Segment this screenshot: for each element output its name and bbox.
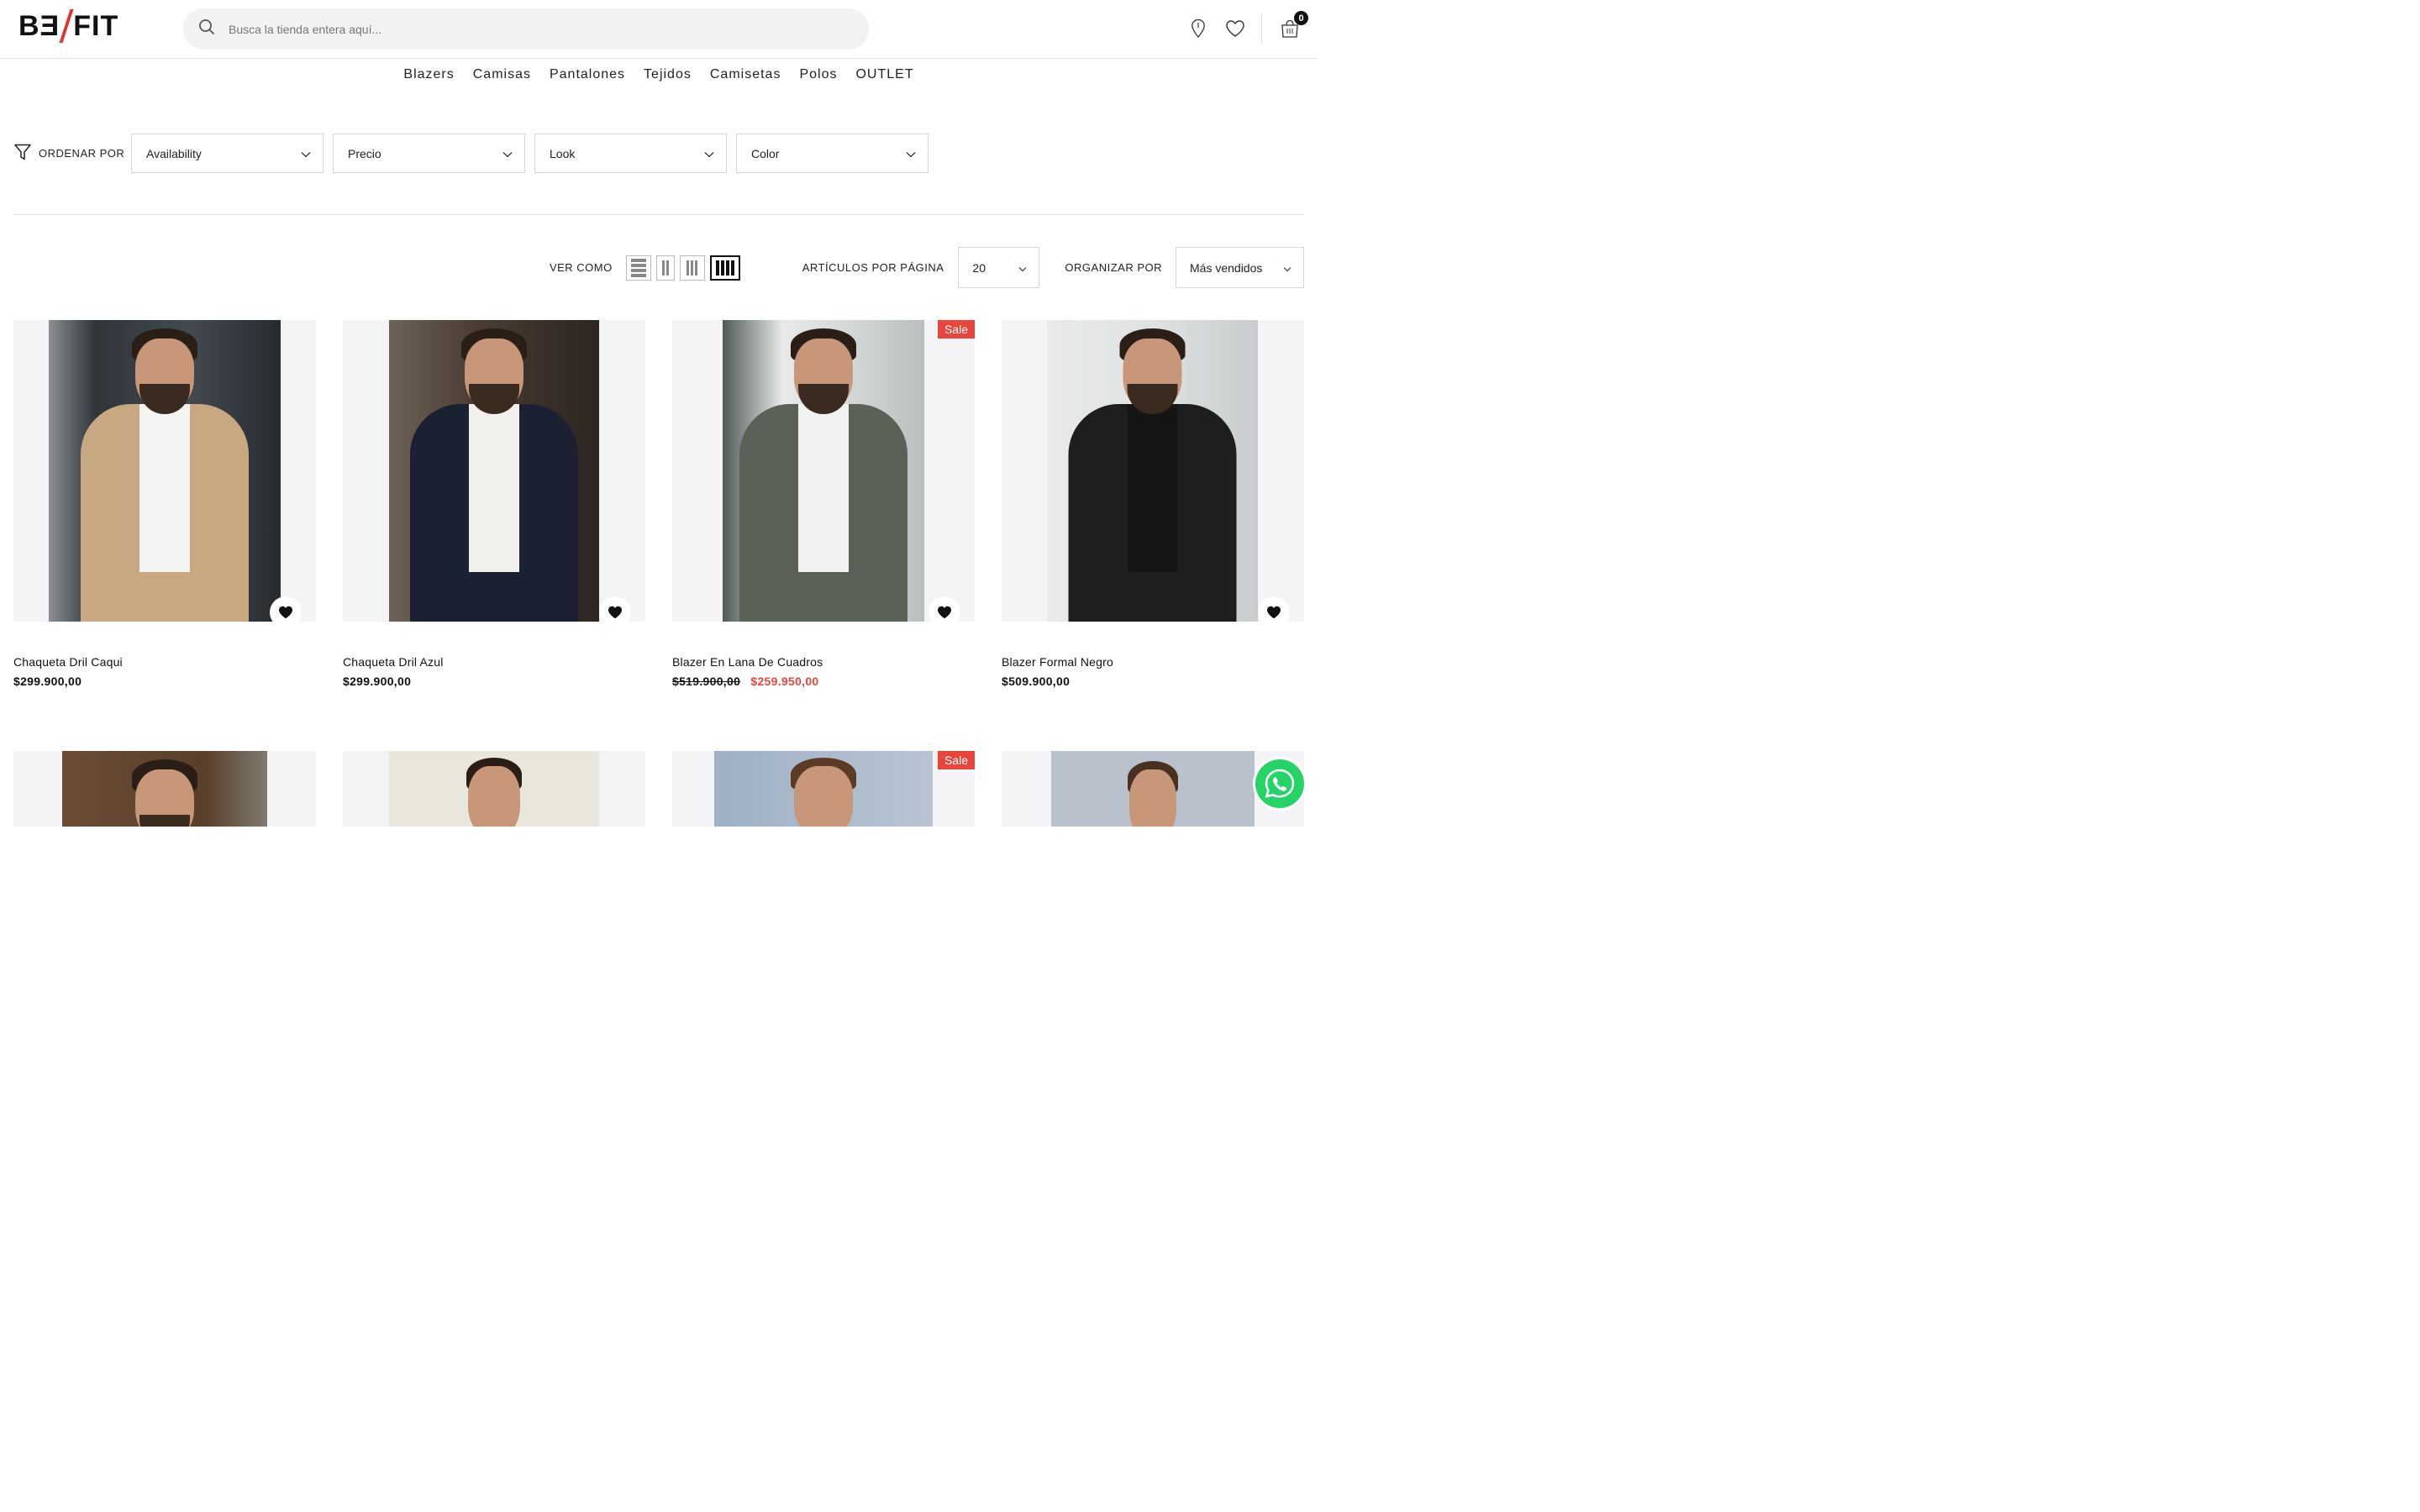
product-price: $299.900,00	[13, 675, 82, 688]
filter-funnel-icon	[13, 143, 32, 164]
grid-2-view-button[interactable]	[655, 255, 675, 281]
heart-filled-icon	[608, 606, 622, 619]
product-image[interactable]: Sale	[672, 751, 975, 827]
nav-item-camisas[interactable]: Camisas	[473, 67, 531, 89]
product-card[interactable]	[343, 751, 645, 827]
chevron-down-icon	[1018, 261, 1027, 275]
product-price: $509.900,00	[1002, 675, 1071, 688]
organize-by-label: ORGANIZAR POR	[1065, 261, 1162, 274]
search-input[interactable]	[229, 22, 817, 36]
product-image[interactable]	[13, 751, 316, 827]
nav-item-polos[interactable]: Polos	[799, 67, 837, 89]
product-photo	[62, 751, 267, 827]
product-photo	[1047, 320, 1258, 622]
sale-badge: Sale	[937, 320, 975, 339]
availability-dropdown[interactable]: Availability	[131, 134, 324, 173]
heart-filled-icon	[938, 606, 951, 619]
view-as-label: VER COMO	[549, 261, 613, 274]
site-header: BƎ FIT 0	[0, 0, 1318, 59]
nav-item-pantalones[interactable]: Pantalones	[550, 67, 625, 89]
product-name[interactable]: Blazer En Lana De Cuadros	[672, 655, 975, 669]
header-divider	[1261, 13, 1262, 44]
header-actions: 0	[1174, 11, 1308, 44]
color-dropdown-label: Color	[751, 146, 780, 160]
chevron-down-icon	[301, 147, 311, 160]
filter-bar: ORDENAR POR Availability Precio Look Col…	[13, 134, 938, 173]
availability-dropdown-label: Availability	[146, 146, 202, 160]
product-photo	[1051, 751, 1255, 827]
whatsapp-icon	[1265, 769, 1295, 798]
search-bar[interactable]	[183, 8, 869, 50]
grid-3-view-button[interactable]	[679, 255, 705, 281]
product-price: $299.900,00	[343, 675, 412, 688]
listing-toolbar: VER COMO ARTÍCULOS POR PÁGINA 20 ORGANIZ…	[550, 247, 1304, 288]
product-card[interactable]: Chaqueta Dril Azul $299.900,00	[343, 320, 645, 688]
wishlist-heart-icon[interactable]	[1223, 16, 1248, 41]
shopping-bag-icon[interactable]: 0	[1277, 11, 1308, 41]
whatsapp-chat-button[interactable]	[1255, 759, 1304, 808]
product-photo	[389, 751, 599, 827]
product-image[interactable]	[13, 320, 316, 622]
filter-divider	[13, 214, 1304, 215]
sale-badge: Sale	[937, 751, 975, 769]
add-to-wishlist-button[interactable]	[929, 596, 960, 622]
nav-item-camisetas[interactable]: Camisetas	[710, 67, 781, 89]
sort-by-text: ORDENAR POR	[39, 147, 125, 160]
original-price: $519.900,00	[672, 675, 741, 688]
product-photo	[723, 320, 924, 622]
logo-text-left: BƎ	[18, 9, 60, 42]
product-name[interactable]: Blazer Formal Negro	[1002, 655, 1304, 669]
sort-order-select[interactable]: Más vendidos	[1176, 247, 1304, 288]
look-dropdown[interactable]: Look	[534, 134, 727, 173]
logo-text-right: FIT	[73, 9, 119, 42]
product-photo	[714, 751, 933, 827]
view-mode-switcher	[625, 255, 740, 281]
sort-by-label: ORDENAR POR	[13, 143, 131, 164]
product-image[interactable]: Sale	[672, 320, 975, 622]
list-view-button[interactable]	[625, 255, 651, 281]
sort-order-value: Más vendidos	[1190, 260, 1263, 275]
product-card[interactable]	[13, 751, 316, 827]
grid-4-view-button[interactable]	[709, 255, 740, 281]
chevron-down-icon	[1283, 261, 1292, 275]
product-name[interactable]: Chaqueta Dril Azul	[343, 655, 645, 669]
product-card[interactable]: Sale Blazer En Lana De Cuadros $519.900,…	[672, 320, 975, 688]
add-to-wishlist-button[interactable]	[1258, 596, 1290, 622]
nav-item-tejidos[interactable]: Tejidos	[644, 67, 692, 89]
product-card[interactable]: Chaqueta Dril Caqui $299.900,00	[13, 320, 316, 688]
location-pin-icon[interactable]	[1186, 16, 1211, 41]
color-dropdown[interactable]: Color	[736, 134, 929, 173]
chevron-down-icon	[502, 147, 513, 160]
category-nav: Blazers Camisas Pantalones Tejidos Camis…	[0, 67, 1318, 89]
product-photo	[389, 320, 599, 622]
price-dropdown-label: Precio	[348, 146, 381, 160]
nav-item-outlet[interactable]: OUTLET	[855, 67, 913, 89]
befit-logo[interactable]: BƎ FIT	[18, 9, 118, 43]
product-card[interactable]: Blazer Formal Negro $509.900,00	[1002, 320, 1304, 688]
product-card[interactable]: Sale	[672, 751, 975, 827]
add-to-wishlist-button[interactable]	[270, 596, 302, 622]
heart-filled-icon	[1267, 606, 1281, 619]
product-photo	[49, 320, 281, 622]
product-image[interactable]	[343, 751, 645, 827]
product-price: $519.900,00 $259.950,00	[672, 675, 975, 688]
look-dropdown-label: Look	[550, 146, 576, 160]
price-dropdown[interactable]: Precio	[333, 134, 525, 173]
nav-item-blazers[interactable]: Blazers	[403, 67, 454, 89]
product-image[interactable]	[1002, 320, 1304, 622]
items-per-page-label: ARTÍCULOS POR PÁGINA	[802, 261, 944, 274]
sale-price: $259.950,00	[750, 675, 819, 688]
cart-count-badge: 0	[1294, 11, 1308, 25]
chevron-down-icon	[906, 147, 916, 160]
items-per-page-select[interactable]: 20	[958, 247, 1040, 288]
add-to-wishlist-button[interactable]	[599, 596, 631, 622]
search-icon[interactable]	[198, 18, 215, 39]
items-per-page-value: 20	[972, 260, 986, 275]
logo-slash	[59, 9, 74, 43]
heart-filled-icon	[279, 606, 292, 619]
product-image[interactable]	[343, 320, 645, 622]
chevron-down-icon	[704, 147, 714, 160]
product-name[interactable]: Chaqueta Dril Caqui	[13, 655, 316, 669]
